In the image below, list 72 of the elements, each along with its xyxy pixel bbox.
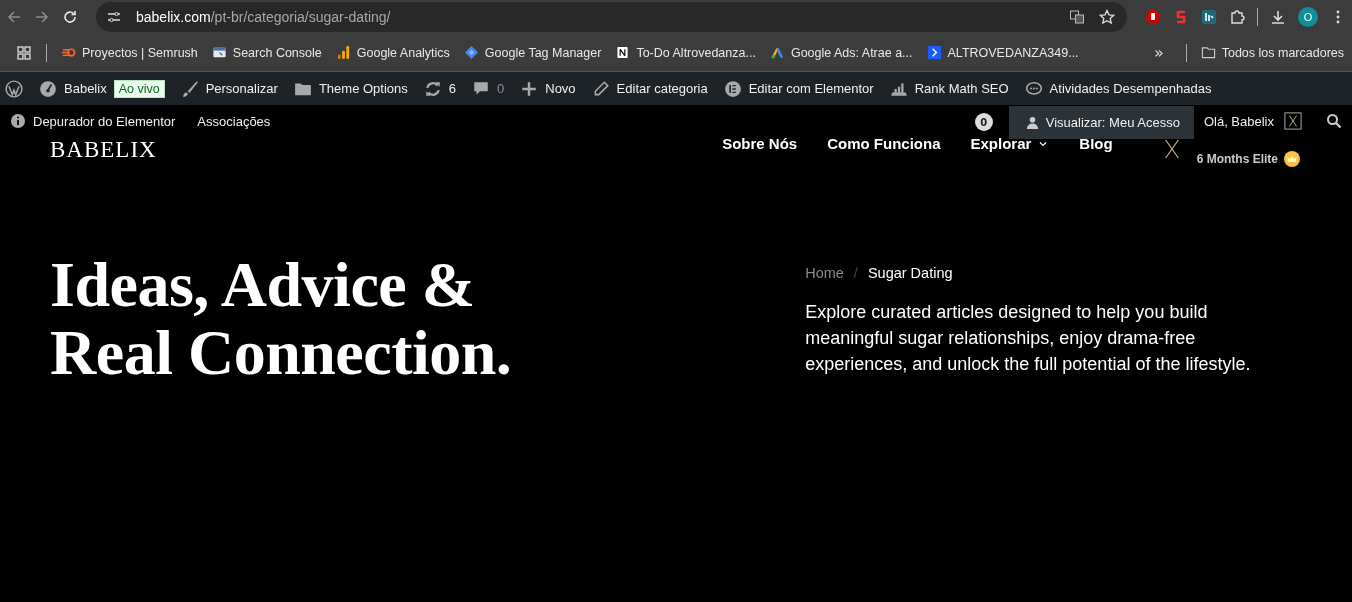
admin-bar-item[interactable]: Theme Options: [293, 79, 408, 98]
person-icon: [1024, 115, 1040, 130]
admin-bar-item[interactable]: Depurador do Elementor: [10, 113, 176, 129]
search-icon[interactable]: [1326, 113, 1342, 129]
bookmark[interactable]: ALTROVEDANZA349...: [926, 45, 1079, 60]
forward-icon[interactable]: [34, 9, 50, 25]
hand-stop-icon[interactable]: [1145, 9, 1161, 25]
info-icon: [10, 113, 26, 129]
chat-bubble-icon: [1024, 79, 1043, 98]
flame-icon: [61, 45, 76, 60]
brush-icon: [180, 79, 199, 98]
membership-label: 6 Months Elite: [1196, 152, 1278, 166]
translate-icon[interactable]: [1069, 9, 1085, 25]
dashboard-gauge-icon: [39, 79, 57, 98]
dropdown-item[interactable]: Visualizar: Meu Acesso: [1024, 115, 1180, 130]
admin-bar-item[interactable]: 0: [472, 79, 505, 98]
triangle-icon: [769, 45, 785, 60]
nav-link[interactable]: Blog: [1079, 135, 1113, 152]
breadcrumb-link[interactable]: Sugar Dating: [867, 265, 953, 281]
admin-bar-item[interactable]: Editar categoria: [591, 79, 708, 98]
all-bookmarks-button[interactable]: Todos los marcadores: [1200, 45, 1344, 60]
apps-grid-icon[interactable]: [16, 44, 32, 61]
download-icon[interactable]: [1270, 9, 1286, 25]
nav-link[interactable]: Sobre Nós: [722, 135, 798, 152]
status-badge: Ao vivo: [113, 79, 165, 98]
extension-icon[interactable]: [1201, 9, 1217, 25]
diamond-icon: [463, 45, 479, 60]
profile-avatar[interactable]: O: [1298, 7, 1318, 27]
breadcrumb-separator: /: [853, 265, 858, 281]
puzzle-icon[interactable]: [1229, 9, 1245, 25]
address-bar[interactable]: babelix.com/pt-br/categoria/sugar-dating/: [96, 2, 1127, 32]
folder-icon: [1200, 45, 1216, 60]
admin-bar-item[interactable]: Associações: [197, 113, 271, 129]
admin-bar-item[interactable]: Babelix Ao vivo: [39, 79, 165, 98]
plus-icon: [520, 79, 539, 98]
reload-icon[interactable]: [62, 9, 78, 25]
greeting-link[interactable]: Olá, Babelix: [1203, 113, 1274, 129]
bar-chart-icon: [335, 45, 351, 60]
logo-mark-icon: [1162, 138, 1181, 160]
elementor-icon: [723, 79, 742, 98]
site-settings-icon[interactable]: [106, 9, 122, 25]
bookmark[interactable]: Google Analytics: [335, 45, 450, 60]
url-text: babelix.com/pt-br/categoria/sugar-dating/: [136, 9, 391, 25]
logo-mark-icon: [1284, 112, 1302, 130]
bookmark[interactable]: Google Ads: Atrae a...: [769, 45, 913, 60]
breadcrumb-link[interactable]: Home: [805, 265, 844, 281]
nav-link[interactable]: Como Funciona: [827, 135, 941, 152]
nav-link[interactable]: Explorar: [970, 135, 1050, 152]
console-icon: [211, 45, 227, 60]
admin-bar-item[interactable]: Rank Math SEO: [889, 79, 1009, 98]
admin-bar-item[interactable]: Novo: [520, 79, 576, 98]
refresh-icon: [423, 79, 442, 98]
chevron-tile-icon: [926, 45, 942, 60]
admin-bar-item[interactable]: Atividades Desempenhadas: [1024, 79, 1212, 98]
wordpress-icon[interactable]: [5, 79, 23, 98]
hero-heading: Real Connection.: [50, 319, 512, 387]
hero-description: Explore curated articles designed to help you build meaningful sugar relationships, enjoy drama-free experiences, and unlock the full potential of the lifestyle.: [805, 301, 1252, 376]
hero-heading: Ideas, Advice &: [50, 251, 475, 319]
overflow-button[interactable]: »: [1145, 43, 1172, 62]
bookmark-star-icon[interactable]: [1099, 9, 1115, 25]
crown-icon: [1284, 151, 1300, 167]
bookmark[interactable]: To-Do Altrovedanza...: [615, 45, 756, 60]
bookmark[interactable]: Google Tag Manager: [463, 45, 602, 60]
admin-bar-item[interactable]: Editar com Elementor: [723, 79, 874, 98]
bookmark[interactable]: Proyectos | Semrush: [61, 45, 198, 60]
notification-count[interactable]: 0: [974, 113, 993, 131]
admin-bar-item[interactable]: Personalizar: [180, 79, 278, 98]
site-logo[interactable]: BABELIX: [50, 137, 157, 163]
back-icon[interactable]: [6, 9, 22, 25]
notion-icon: [615, 45, 631, 60]
admin-bar-item[interactable]: 6: [423, 79, 456, 98]
bookmark[interactable]: Search Console: [211, 45, 322, 60]
